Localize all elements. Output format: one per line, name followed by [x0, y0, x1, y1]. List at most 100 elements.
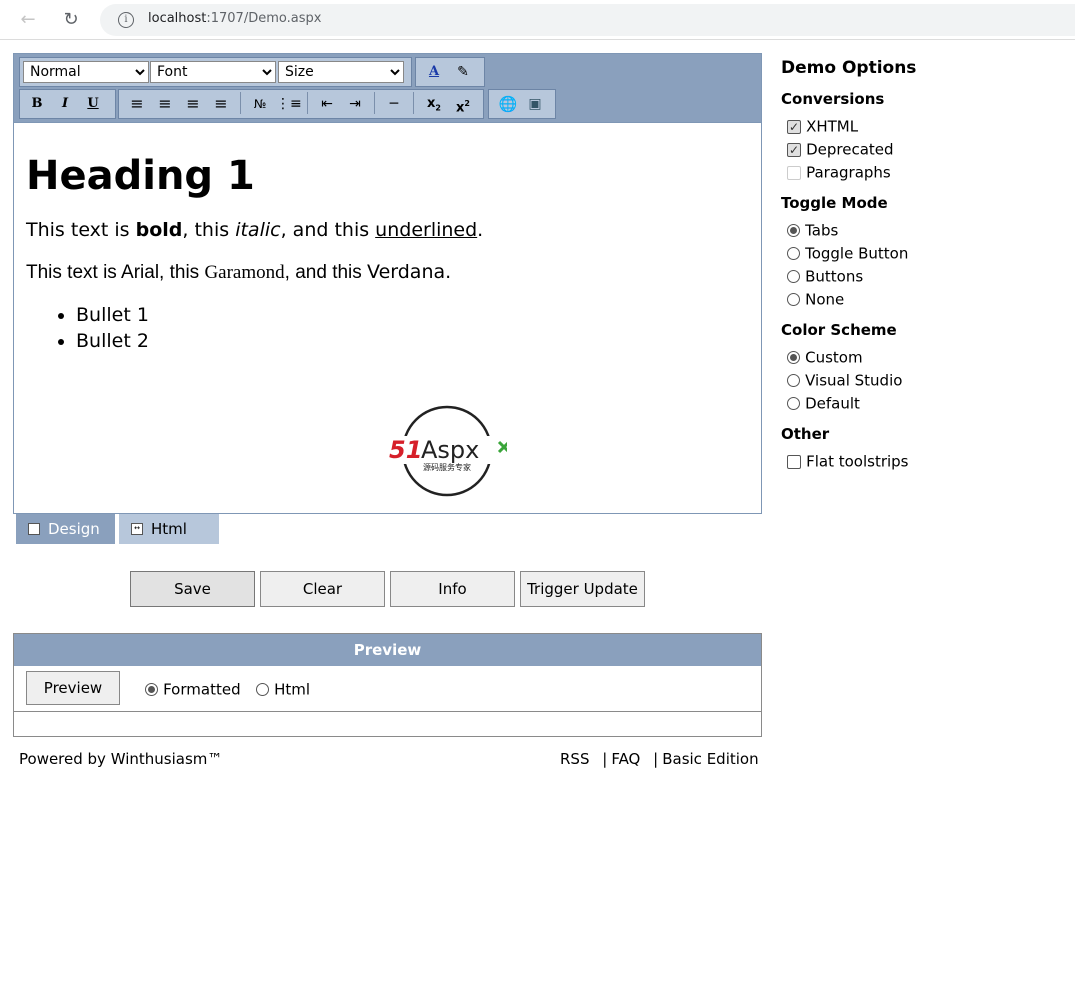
- preview-button[interactable]: Preview: [26, 671, 120, 705]
- option-toggle-button[interactable]: Toggle Button: [787, 243, 1061, 266]
- address-bar[interactable]: i localhost:1707/Demo.aspx: [100, 4, 1075, 36]
- other-group: Other Flat toolstrips: [781, 425, 1061, 474]
- option-custom[interactable]: Custom: [787, 347, 1061, 370]
- preview-title: Preview: [14, 634, 761, 666]
- toggle-button-radio[interactable]: [787, 247, 800, 260]
- info-button[interactable]: Info: [390, 571, 515, 607]
- list-item: Bullet 1: [76, 304, 749, 326]
- insert-link-icon[interactable]: 🌐: [496, 92, 520, 116]
- subscript-icon[interactable]: x2: [422, 92, 446, 116]
- formatted-label: Formatted: [163, 680, 241, 699]
- align-left-icon[interactable]: ≡: [125, 92, 149, 116]
- preview-panel: Preview Preview Formatted Html: [13, 633, 762, 737]
- svg-text:51: 51: [389, 436, 422, 464]
- tab-design-label: Design: [48, 520, 100, 538]
- unordered-list-icon[interactable]: ⋮≡: [276, 92, 302, 116]
- highlight-color-icon[interactable]: ✎: [451, 60, 475, 84]
- trigger-update-button[interactable]: Trigger Update: [520, 571, 645, 607]
- insert-image-icon[interactable]: ▣: [523, 92, 547, 116]
- html-radio[interactable]: [256, 683, 269, 696]
- option-default[interactable]: Default: [787, 393, 1061, 416]
- demo-options-panel: Demo Options Conversions ✓ XHTML ✓ Depre…: [781, 58, 1061, 483]
- color-scheme-group: Color Scheme Custom Visual Studio Defaul…: [781, 321, 1061, 416]
- preview-formatted-option[interactable]: Formatted: [145, 679, 241, 699]
- faq-link[interactable]: FAQ: [611, 750, 640, 768]
- toggle-mode-title: Toggle Mode: [781, 194, 888, 212]
- superscript-icon[interactable]: x2: [451, 92, 475, 116]
- powered-by-text: Powered by Winthusiasm™: [19, 750, 223, 768]
- tabs-radio[interactable]: [787, 224, 800, 237]
- conversions-group: Conversions ✓ XHTML ✓ Deprecated Paragra…: [781, 90, 1061, 185]
- conversions-title: Conversions: [781, 90, 885, 108]
- toolbar-separator: [307, 92, 308, 114]
- option-flat-toolstrips[interactable]: Flat toolstrips: [787, 451, 1061, 474]
- preview-controls: Preview Formatted Html: [14, 666, 761, 712]
- font-select[interactable]: Font: [150, 61, 276, 83]
- option-buttons[interactable]: Buttons: [787, 266, 1061, 289]
- content-heading: Heading 1: [26, 153, 255, 199]
- editor-toolbar: Normal Font Size A ✎ B I U ≡ ≡ ≡ ≡ № ⋮≡ …: [14, 54, 761, 122]
- toolbar-separator: [374, 92, 375, 114]
- option-visual-studio[interactable]: Visual Studio: [787, 370, 1061, 393]
- size-select[interactable]: Size: [278, 61, 404, 83]
- design-icon: ▮: [28, 522, 40, 535]
- color-scheme-title: Color Scheme: [781, 321, 897, 339]
- back-arrow-icon[interactable]: ←: [16, 8, 40, 32]
- paragraph-style-select[interactable]: Normal: [23, 61, 149, 83]
- deprecated-checkbox[interactable]: ✓: [787, 142, 801, 157]
- content-paragraph-2: This text is Arial, this Garamond, and t…: [26, 261, 452, 283]
- clear-button[interactable]: Clear: [260, 571, 385, 607]
- svg-text:Aspx: Aspx: [421, 436, 479, 464]
- none-radio[interactable]: [787, 293, 800, 306]
- toolbar-separator: [413, 92, 414, 114]
- align-right-icon[interactable]: ≡: [181, 92, 205, 116]
- paragraphs-checkbox[interactable]: [787, 165, 801, 180]
- justify-icon[interactable]: ≡: [209, 92, 233, 116]
- footer-links: RSS | FAQ | Basic Edition: [560, 750, 759, 768]
- 51aspx-logo: 51 Aspx 源码服务专家: [387, 405, 507, 497]
- horizontal-rule-icon[interactable]: ─: [382, 92, 406, 116]
- default-radio[interactable]: [787, 397, 800, 410]
- buttons-radio[interactable]: [787, 270, 800, 283]
- html-icon: ↔: [131, 522, 143, 535]
- option-xhtml[interactable]: ✓ XHTML: [787, 116, 1061, 139]
- font-color-icon[interactable]: A: [422, 60, 446, 84]
- basic-edition-link[interactable]: Basic Edition: [662, 750, 758, 768]
- formatted-radio[interactable]: [145, 683, 158, 696]
- browser-toolbar: ← ↻ i localhost:1707/Demo.aspx: [0, 0, 1075, 40]
- content-bullet-list: Bullet 1 Bullet 2: [26, 304, 749, 352]
- flat-toolstrips-checkbox[interactable]: [787, 454, 801, 469]
- underline-icon[interactable]: U: [81, 92, 105, 116]
- indent-icon[interactable]: ⇥: [343, 92, 367, 116]
- toolbar-separator: [240, 92, 241, 114]
- option-deprecated[interactable]: ✓ Deprecated: [787, 139, 1061, 162]
- reload-icon[interactable]: ↻: [59, 8, 83, 32]
- other-title: Other: [781, 425, 830, 443]
- tab-design[interactable]: ▮ Design: [16, 514, 115, 544]
- site-info-icon[interactable]: i: [118, 12, 134, 28]
- visual-studio-radio[interactable]: [787, 374, 800, 387]
- toggle-mode-group: Toggle Mode Tabs Toggle Button Buttons N…: [781, 194, 1061, 312]
- tab-html-label: Html: [151, 520, 187, 538]
- rss-link[interactable]: RSS: [560, 750, 589, 768]
- save-button[interactable]: Save: [130, 571, 255, 607]
- content-paragraph-1: This text is bold, this italic, and this…: [26, 219, 484, 241]
- editor-content-area[interactable]: Heading 1 This text is bold, this italic…: [14, 122, 761, 513]
- svg-text:源码服务专家: 源码服务专家: [423, 462, 471, 472]
- ordered-list-icon[interactable]: №: [248, 92, 272, 116]
- option-tabs[interactable]: Tabs: [787, 220, 1061, 243]
- list-item: Bullet 2: [76, 330, 749, 352]
- tab-html[interactable]: ↔ Html: [119, 514, 219, 544]
- align-center-icon[interactable]: ≡: [153, 92, 177, 116]
- footer-divider: |: [653, 750, 659, 768]
- preview-html-option[interactable]: Html: [256, 679, 310, 699]
- option-paragraphs[interactable]: Paragraphs: [787, 162, 1061, 185]
- italic-icon[interactable]: I: [53, 92, 77, 116]
- url-text: localhost:1707/Demo.aspx: [148, 11, 322, 26]
- bold-icon[interactable]: B: [25, 92, 49, 116]
- html-label: Html: [274, 680, 311, 699]
- option-none[interactable]: None: [787, 289, 1061, 312]
- xhtml-checkbox[interactable]: ✓: [787, 119, 801, 134]
- outdent-icon[interactable]: ⇤: [315, 92, 339, 116]
- custom-radio[interactable]: [787, 351, 800, 364]
